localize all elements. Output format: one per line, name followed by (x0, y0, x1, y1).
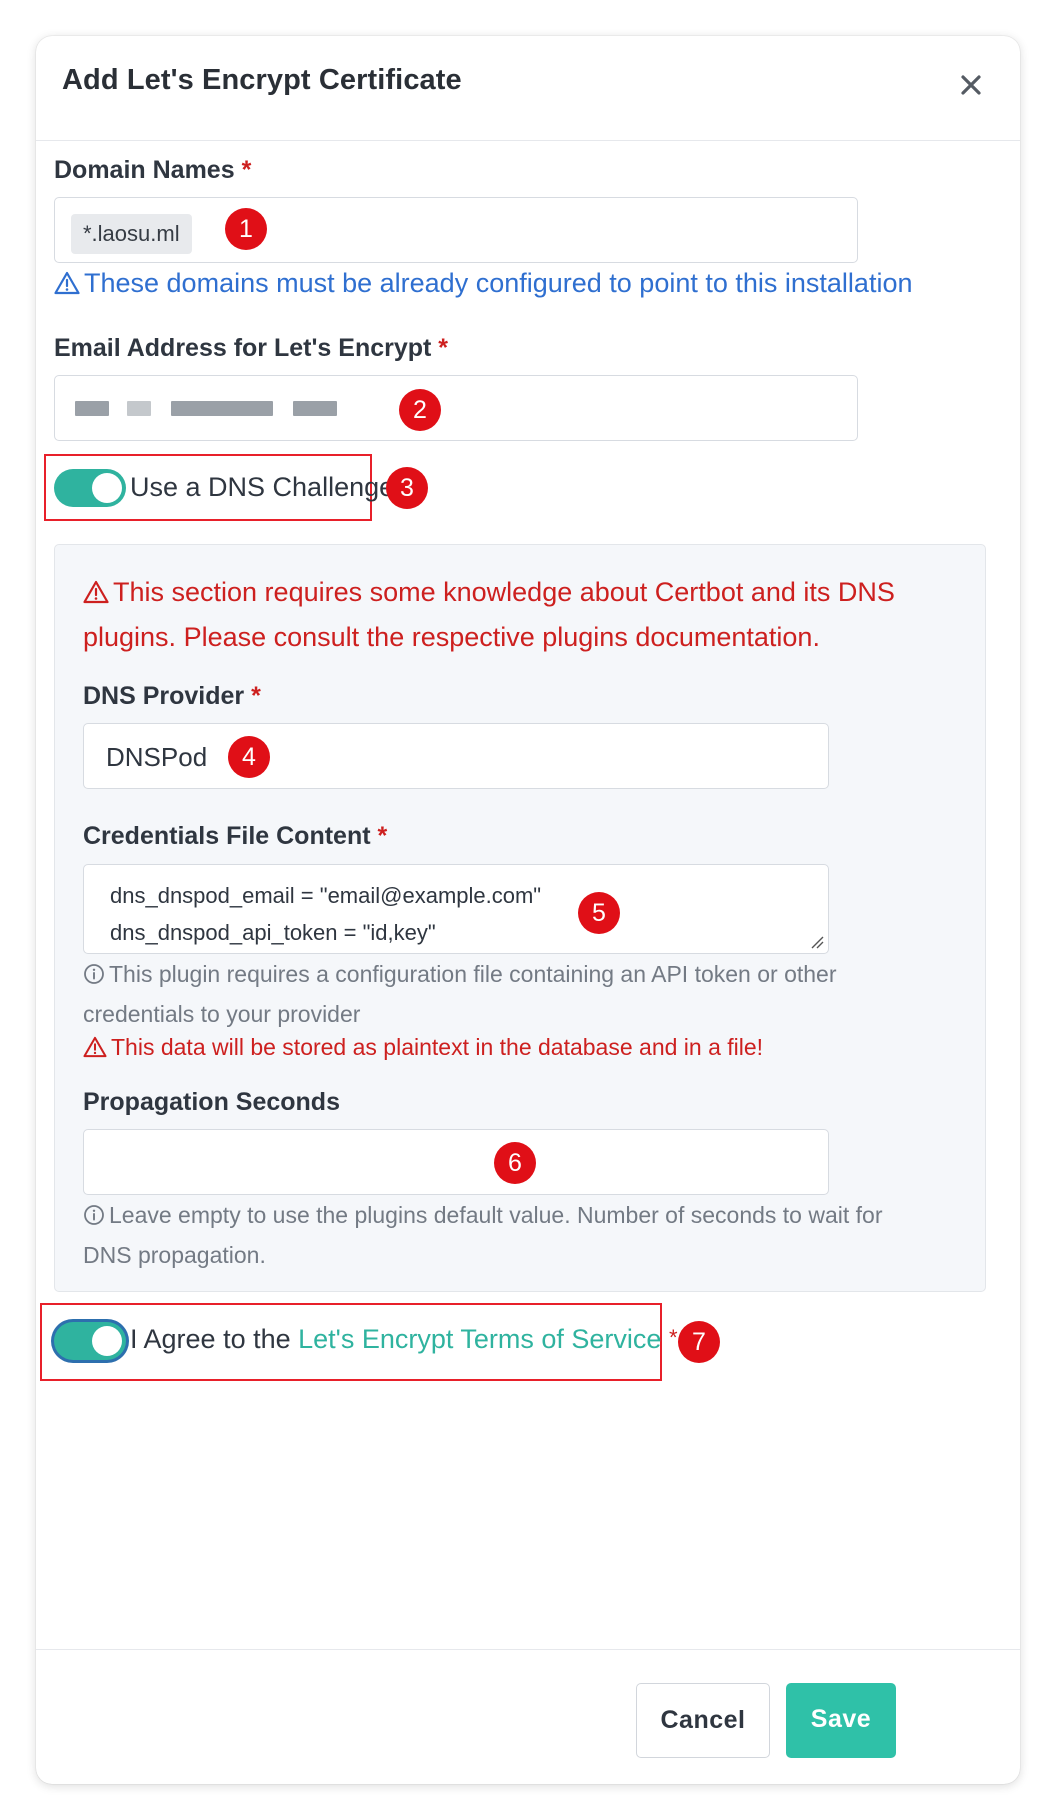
dialog-footer: Cancel Save (36, 1649, 1020, 1784)
annotation-badge-6: 6 (494, 1142, 536, 1184)
dns-challenge-toggle[interactable] (54, 469, 126, 507)
warning-triangle-icon (83, 580, 109, 604)
domain-tag[interactable]: *.laosu.ml (71, 214, 192, 254)
domain-names-input[interactable]: *.laosu.ml 1 (54, 197, 858, 263)
annotation-badge-7: 7 (678, 1321, 720, 1363)
close-icon[interactable] (954, 68, 988, 102)
credentials-info: This plugin requires a configuration fil… (83, 961, 837, 1027)
tos-link[interactable]: Let's Encrypt Terms of Service (298, 1324, 661, 1354)
propagation-info: Leave empty to use the plugins default v… (83, 1202, 883, 1268)
propagation-seconds-input[interactable]: 6 (83, 1129, 829, 1195)
info-circle-icon (84, 964, 104, 984)
email-label: Email Address for Let's Encrypt * (54, 334, 449, 362)
resize-grip-icon[interactable] (810, 935, 824, 949)
annotation-badge-1: 1 (225, 208, 267, 250)
domain-names-label: Domain Names * (54, 156, 252, 184)
annotation-badge-3: 3 (386, 467, 428, 509)
dialog-title: Add Let's Encrypt Certificate (62, 64, 462, 96)
warning-triangle-icon (54, 271, 80, 295)
dialog-header: Add Let's Encrypt Certificate (36, 36, 1020, 141)
annotation-badge-5: 5 (578, 892, 620, 934)
credentials-line: dns_dnspod_api_token = "id,key" (110, 920, 436, 945)
email-input[interactable]: 2 (54, 375, 858, 441)
dns-provider-label: DNS Provider * (83, 682, 261, 710)
domain-names-hint: These domains must be already configured… (54, 268, 912, 299)
annotation-badge-2: 2 (399, 389, 441, 431)
agree-tos-label: I Agree to the Let's Encrypt Terms of Se… (130, 1324, 678, 1354)
credentials-label: Credentials File Content * (83, 822, 388, 850)
add-certificate-dialog: Add Let's Encrypt Certificate Domain Nam… (36, 36, 1020, 1784)
info-circle-icon (84, 1205, 104, 1225)
warning-triangle-icon (83, 1036, 107, 1058)
dns-section-warning: This section requires some knowledge abo… (83, 577, 895, 652)
credentials-textarea[interactable]: dns_dnspod_email = "email@example.com" d… (83, 864, 829, 954)
credentials-line: dns_dnspod_email = "email@example.com" (110, 883, 542, 908)
dns-provider-value: DNSPod (106, 742, 208, 772)
dns-challenge-label: Use a DNS Challenge (130, 472, 395, 502)
save-button[interactable]: Save (786, 1683, 896, 1758)
dns-provider-select[interactable]: DNSPod 4 (83, 723, 829, 789)
cancel-button[interactable]: Cancel (636, 1683, 770, 1758)
redacted-email-value (75, 401, 415, 421)
annotation-badge-4: 4 (228, 736, 270, 778)
agree-tos-toggle[interactable] (54, 1322, 126, 1360)
propagation-seconds-label: Propagation Seconds (83, 1088, 340, 1116)
credentials-plaintext-warning: This data will be stored as plaintext in… (83, 1027, 763, 1067)
